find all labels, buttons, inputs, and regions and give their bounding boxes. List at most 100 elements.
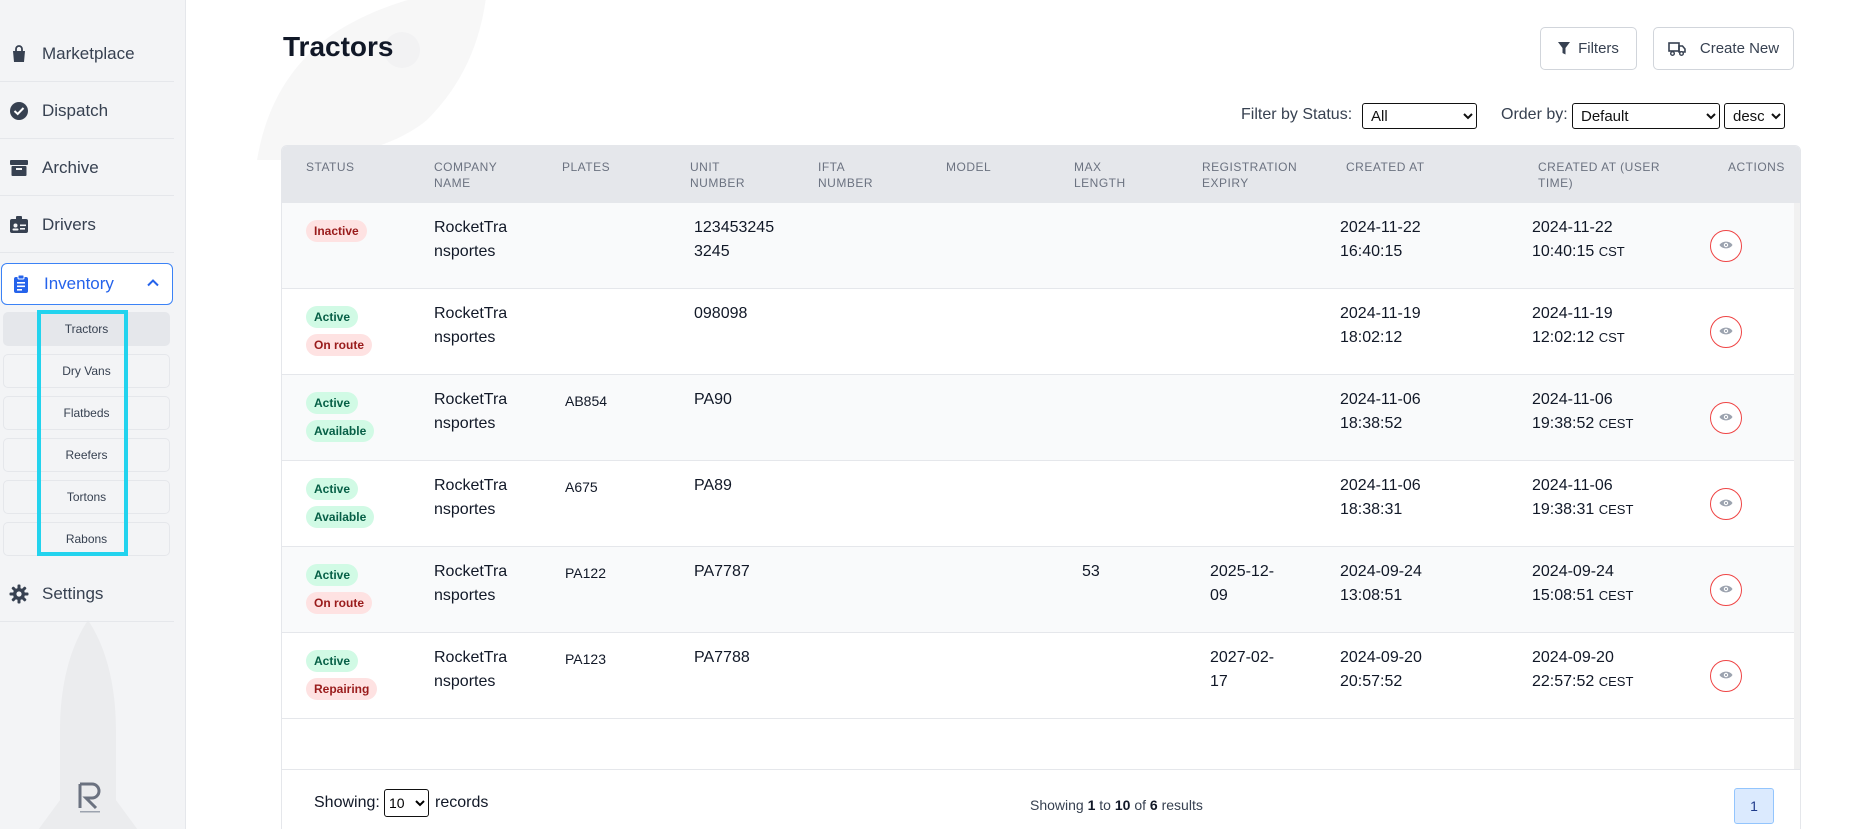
create-new-button[interactable]: Create New: [1653, 27, 1794, 70]
column-header: MODEL: [946, 160, 992, 174]
created-at-cell: 2024-11-06 18:38:52: [1340, 391, 1421, 432]
sidebar-item-label: Dispatch: [42, 100, 109, 120]
sidebar-item-label: Drivers: [42, 214, 96, 234]
created-at-user-cell: 2024-11-06 19:38:52 CEST: [1532, 391, 1634, 432]
table-header: STATUS COMPANY NAME PLATES UNIT NUMBER I…: [282, 146, 1800, 203]
sidebar-item-archive[interactable]: Archive: [0, 140, 174, 196]
results-summary: Showing 1 to 10 of 6 results: [1030, 797, 1203, 813]
column-header: STATUS: [306, 160, 355, 174]
archive-box-icon: [8, 157, 30, 179]
page-size-select[interactable]: 10: [384, 789, 429, 817]
filter-status-label: Filter by Status:: [1241, 106, 1353, 123]
company-name-cell: RocketTra nsportes: [434, 477, 508, 518]
status-badge: Repairing: [306, 678, 378, 700]
created-at-user-cell: 2024-11-22 10:40:15 CST: [1532, 219, 1625, 260]
view-button[interactable]: [1710, 402, 1742, 434]
view-button[interactable]: [1710, 660, 1742, 692]
page-title: Tractors: [283, 31, 394, 62]
records-label: records: [435, 794, 489, 811]
status-badge: Inactive: [306, 220, 367, 242]
sidebar-item-marketplace[interactable]: Marketplace: [0, 26, 174, 82]
company-name-cell: RocketTra nsportes: [434, 391, 508, 432]
eye-icon: [1719, 495, 1733, 513]
sidebar-item-inventory[interactable]: Inventory: [1, 263, 173, 305]
created-at-user-cell: 2024-11-19 12:02:12 CST: [1532, 305, 1625, 346]
table-row[interactable]: Active On route RocketTra nsportes 098098 202…: [282, 289, 1794, 375]
sub-item-flatbeds[interactable]: Flatbeds: [3, 396, 170, 430]
sidebar-item-drivers[interactable]: Drivers: [0, 197, 174, 253]
eye-icon: [1719, 323, 1733, 341]
highlight-box: [37, 310, 128, 556]
sidebar-item-dispatch[interactable]: Dispatch: [0, 83, 174, 139]
main-content: Tractors Filters Create New Filter by St…: [187, 0, 1851, 829]
filters-label: Filters: [1578, 40, 1619, 57]
eye-icon: [1719, 237, 1733, 255]
status-badge: Active: [306, 306, 359, 328]
status-badge: On route: [306, 334, 372, 356]
sub-item-tractors[interactable]: Tractors: [3, 312, 170, 346]
create-new-label: Create New: [1699, 40, 1780, 57]
eye-icon: [1719, 409, 1733, 427]
table-row[interactable]: Active Available RocketTra nsportes A675 PA89…: [282, 461, 1794, 547]
sub-item-rabons[interactable]: Rabons: [3, 522, 170, 556]
sidebar-item-label: Archive: [42, 157, 99, 177]
page-button-1[interactable]: 1: [1734, 788, 1774, 824]
clipboard-icon: [10, 273, 32, 295]
created-at-user-cell: 2024-09-24 15:08:51 CEST: [1532, 563, 1634, 604]
created-at-cell: 2024-11-22 16:40:15: [1340, 219, 1421, 260]
column-header: CREATED AT: [1346, 160, 1425, 174]
plates-cell: AB854: [565, 393, 608, 409]
table-row[interactable]: Active Available RocketTra nsportes AB854 PA9…: [282, 375, 1794, 461]
showing-label: Showing:: [314, 794, 380, 811]
filter-status-select[interactable]: All: [1362, 103, 1477, 129]
plates-cell: PA122: [565, 565, 606, 581]
order-direction-select[interactable]: desc: [1724, 103, 1785, 129]
status-badge: Available: [306, 420, 375, 442]
registration-expiry-cell: 2027-02- 17: [1210, 649, 1275, 690]
company-name-cell: RocketTra nsportes: [434, 219, 508, 260]
sidebar-item-label: Marketplace: [42, 43, 135, 63]
created-at-cell: 2024-11-19 18:02:12: [1340, 305, 1421, 346]
registration-expiry-cell: 2025-12- 09: [1210, 563, 1275, 604]
status-badge: On route: [306, 592, 372, 614]
max-length-cell: 53: [1082, 563, 1100, 580]
column-header: CREATED AT (USER TIME): [1538, 160, 1661, 190]
rocket-watermark-icon: [257, 0, 486, 160]
unit-number-cell: PA7787: [694, 563, 750, 580]
truck-icon: [1668, 41, 1686, 56]
check-circle-icon: [8, 100, 30, 122]
view-button[interactable]: [1710, 574, 1742, 606]
unit-number-cell: PA89: [694, 477, 732, 494]
column-header: MAX LENGTH: [1074, 160, 1126, 190]
sub-item-reefers[interactable]: Reefers: [3, 438, 170, 472]
table-row[interactable]: Active On route RocketTra nsportes PA122 PA77…: [282, 547, 1794, 633]
status-badge: Active: [306, 564, 359, 586]
company-name-cell: RocketTra nsportes: [434, 649, 508, 690]
sub-item-dry-vans[interactable]: Dry Vans: [3, 354, 170, 388]
plates-cell: PA123: [565, 651, 606, 667]
table-row[interactable]: Inactive RocketTra nsportes 123453245 3245 20…: [282, 203, 1794, 289]
column-header: COMPANY NAME: [434, 160, 498, 190]
created-at-cell: 2024-09-24 13:08:51: [1340, 563, 1422, 604]
status-badge: Active: [306, 478, 359, 500]
status-badge: Active: [306, 650, 359, 672]
unit-number-cell: PA90: [694, 391, 732, 408]
filters-button[interactable]: Filters: [1540, 27, 1637, 70]
table-scrollbar[interactable]: [1794, 203, 1800, 769]
unit-number-cell: 098098: [694, 305, 748, 322]
column-header: IFTA NUMBER: [818, 160, 874, 190]
filter-icon: [1558, 42, 1571, 55]
view-button[interactable]: [1710, 316, 1742, 348]
chevron-up-icon[interactable]: [146, 276, 160, 295]
sidebar-item-settings[interactable]: Settings: [0, 566, 174, 622]
view-button[interactable]: [1710, 488, 1742, 520]
eye-icon: [1719, 581, 1733, 599]
sub-item-tortons[interactable]: Tortons: [3, 480, 170, 514]
table-footer: Showing: 10 records Showing 1 to 10 of 6…: [282, 769, 1800, 829]
order-by-label: Order by:: [1501, 106, 1568, 123]
order-by-select[interactable]: Default: [1572, 103, 1720, 129]
company-name-cell: RocketTra nsportes: [434, 563, 508, 604]
table-row[interactable]: Active Repairing RocketTra nsportes PA123 PA7…: [282, 633, 1794, 719]
sidebar-item-label: Inventory: [44, 274, 114, 293]
view-button[interactable]: [1710, 230, 1742, 262]
